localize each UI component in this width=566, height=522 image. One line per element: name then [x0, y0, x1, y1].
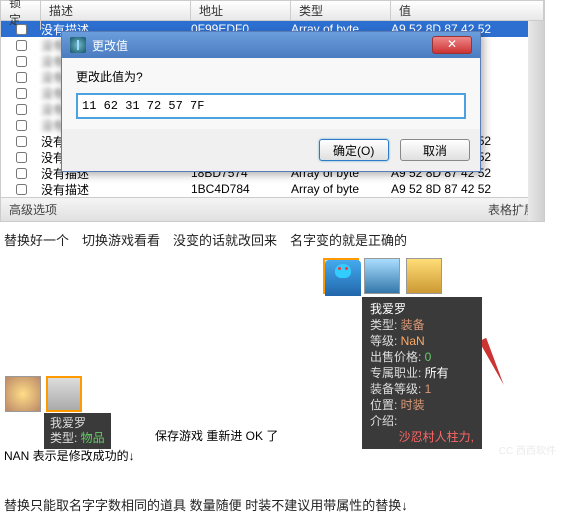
table-row[interactable]: 没有描述1BC4D784Array of byteA9 52 8D 87 42 …: [1, 181, 544, 197]
lock-checkbox[interactable]: [16, 104, 27, 115]
value-input[interactable]: [76, 93, 466, 119]
ok-button[interactable]: 确定(O): [319, 139, 389, 161]
item-bottle[interactable]: [364, 258, 400, 294]
tip-name: 我爱罗: [370, 301, 474, 317]
scrollbar[interactable]: [528, 21, 544, 221]
dialog-titlebar[interactable]: 更改值 ✕: [62, 32, 480, 58]
close-icon[interactable]: ✕: [432, 36, 472, 54]
item-character[interactable]: [323, 258, 359, 294]
tooltip-item: 我爱罗 类型: 物品: [44, 413, 111, 449]
item-pot[interactable]: [5, 376, 41, 412]
table-footer: 高级选项 表格扩展: [1, 197, 544, 221]
item-row-top: [322, 257, 443, 295]
dialog-prompt: 更改此值为?: [76, 68, 466, 85]
cell-val: A9 52 8D 87 42 52: [391, 182, 544, 196]
cell-addr: 1BC4D784: [191, 182, 291, 196]
advanced-options[interactable]: 高级选项: [9, 201, 57, 218]
lock-checkbox[interactable]: [16, 120, 27, 131]
arrow-annotation: [479, 338, 509, 390]
watermark: CC 西西软件: [499, 442, 556, 457]
lock-checkbox[interactable]: [16, 56, 27, 67]
tip2-name: 我爱罗: [50, 416, 105, 431]
item-row-bottom: [4, 375, 83, 413]
memory-table: 锁定 描述 地址 类型 值 没有描述0F99EDF0Array of byteA…: [0, 0, 545, 222]
item-horn[interactable]: [406, 258, 442, 294]
lock-checkbox[interactable]: [16, 88, 27, 99]
app-icon: [70, 37, 86, 53]
instruction-2: 保存游戏 重新进 OK 了: [155, 427, 278, 444]
tooltip-equip: 我爱罗 类型: 装备 等级: NaN 出售价格: 0 专属职业: 所有 装备等级…: [362, 297, 482, 449]
cell-type: Array of byte: [291, 182, 391, 196]
item-scroll[interactable]: [46, 376, 82, 412]
col-val[interactable]: 值: [391, 0, 544, 21]
change-value-dialog: 更改值 ✕ 更改此值为? 确定(O) 取消: [61, 31, 481, 172]
lock-checkbox[interactable]: [16, 152, 27, 163]
col-addr[interactable]: 地址: [191, 0, 291, 21]
lock-checkbox[interactable]: [16, 40, 27, 51]
table-header: 锁定 描述 地址 类型 值: [1, 1, 544, 21]
dialog-body: 更改此值为?: [62, 58, 480, 129]
cancel-button[interactable]: 取消: [400, 139, 470, 161]
dialog-buttons: 确定(O) 取消: [62, 129, 480, 171]
lock-checkbox[interactable]: [16, 24, 27, 35]
lock-checkbox[interactable]: [16, 168, 27, 179]
game-area: 我爱罗 类型: 装备 等级: NaN 出售价格: 0 专属职业: 所有 装备等级…: [0, 257, 566, 487]
col-type[interactable]: 类型: [291, 0, 391, 21]
cell-desc: 没有描述: [41, 181, 191, 198]
lock-checkbox[interactable]: [16, 184, 27, 195]
lock-checkbox[interactable]: [16, 136, 27, 147]
col-desc[interactable]: 描述: [41, 0, 191, 21]
instruction-1: 替换好一个 切换游戏看看 没变的话就改回来 名字变的就是正确的: [0, 222, 566, 257]
instruction-2b: NAN 表示是修改成功的↓: [4, 447, 135, 464]
dialog-title: 更改值: [92, 37, 128, 54]
instruction-3: 替换只能取名字字数相同的道具 数量随便 时装不建议用带属性的替换↓: [0, 487, 566, 522]
lock-checkbox[interactable]: [16, 72, 27, 83]
